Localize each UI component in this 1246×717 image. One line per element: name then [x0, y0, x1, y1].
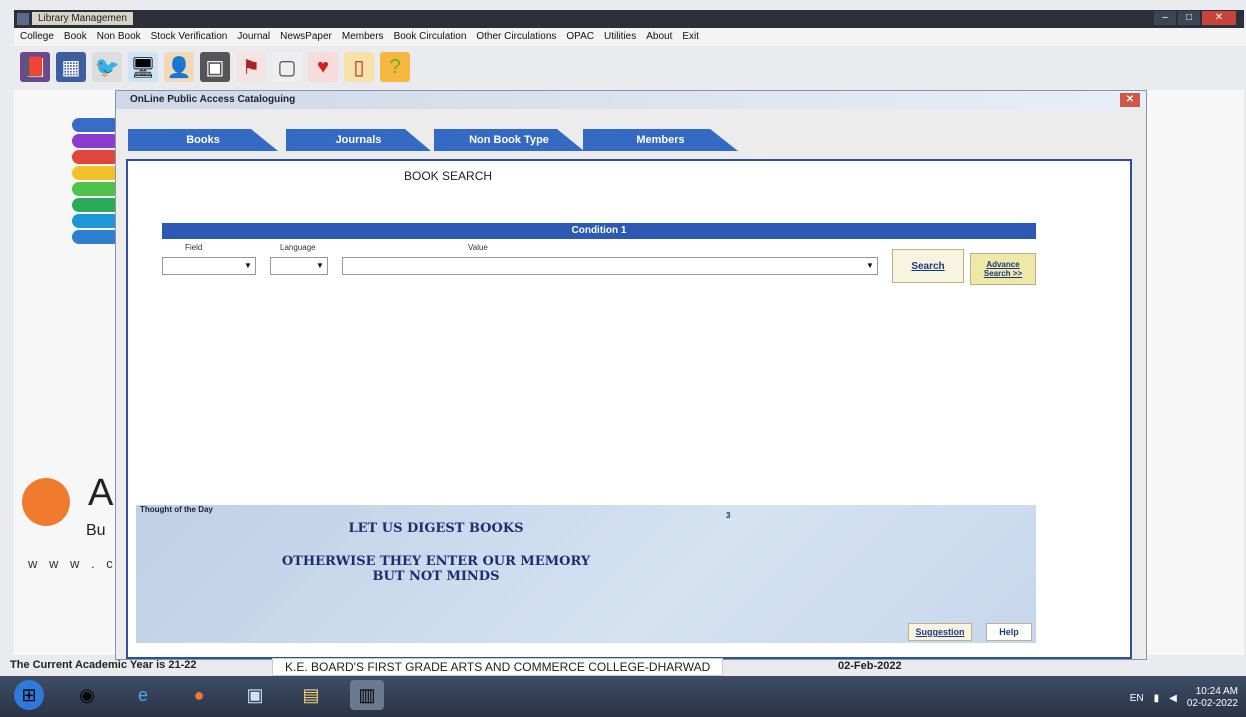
- start-icon[interactable]: ⊞: [14, 680, 44, 710]
- close-button[interactable]: ✕: [1202, 11, 1236, 25]
- monitor-icon[interactable]: 🖥: [128, 52, 158, 82]
- menu-utilities[interactable]: Utilities: [604, 28, 636, 46]
- brand-logo-icon: [22, 478, 70, 526]
- library-app-icon[interactable]: ▥: [350, 680, 384, 710]
- opac-title: OnLine Public Access Cataloguing: [130, 94, 296, 105]
- toolbar: 📕 ▦ 🐦 🖥 👤 ▣ ⚑ ▢ ♥ ▯ ?: [14, 48, 410, 86]
- value-select[interactable]: ▼: [342, 257, 878, 275]
- bird-icon[interactable]: 🐦: [92, 52, 122, 82]
- language-indicator[interactable]: EN: [1130, 693, 1144, 704]
- windows-taskbar: ⊞ ◉ e ● ▣ ▤ ▥ EN ▮ ◀ 10:24 AM 02-02-2022: [0, 676, 1246, 717]
- book-icon[interactable]: 📕: [20, 52, 50, 82]
- folder-icon[interactable]: ▤: [294, 680, 328, 710]
- menu-bar: College Book Non Book Stock Verification…: [14, 28, 1246, 46]
- menu-non-book[interactable]: Non Book: [97, 28, 141, 46]
- advance-search-line2: Search >>: [983, 269, 1023, 278]
- search-button[interactable]: Search: [892, 249, 964, 283]
- academic-year-text: The Current Academic Year is 21-22: [10, 659, 197, 671]
- menu-exit[interactable]: Exit: [682, 28, 699, 46]
- menu-members[interactable]: Members: [342, 28, 384, 46]
- thought-text: LET US DIGEST BOOKS OTHERWISE THEY ENTER…: [136, 517, 736, 584]
- condition-header: Condition 1: [162, 223, 1036, 239]
- clock-date: 02-02-2022: [1186, 698, 1238, 709]
- thought-label: Thought of the Day: [140, 505, 213, 514]
- volume-icon[interactable]: ◀: [1169, 693, 1177, 704]
- app-icon-blue[interactable]: ▣: [238, 680, 272, 710]
- suggestion-button[interactable]: Suggestion: [908, 623, 972, 641]
- language-select[interactable]: ▼: [270, 257, 328, 275]
- brand-letter: A: [88, 472, 114, 514]
- person-icon[interactable]: 👤: [164, 52, 194, 82]
- books-stack-logo: [72, 118, 120, 278]
- maximize-button[interactable]: □: [1178, 11, 1200, 25]
- help-book-icon[interactable]: ?: [380, 52, 410, 82]
- opac-title-bar: OnLine Public Access Cataloguing ✕: [116, 91, 1146, 109]
- menu-other-circulations[interactable]: Other Circulations: [476, 28, 556, 46]
- tab-non-book-type[interactable]: Non Book Type: [434, 129, 584, 151]
- app-title: Library Managemen: [32, 12, 133, 25]
- app-icon: [17, 13, 29, 25]
- flag-icon[interactable]: ⚑: [236, 52, 266, 82]
- thought-line-1: LET US DIGEST BOOKS: [348, 521, 524, 536]
- menu-book[interactable]: Book: [64, 28, 87, 46]
- chevron-down-icon: ▼: [244, 261, 252, 270]
- opac-close-button[interactable]: ✕: [1120, 93, 1140, 107]
- menu-opac[interactable]: OPAC: [566, 28, 594, 46]
- thought-line-2: OTHERWISE THEY ENTER OUR MEMORY: [281, 554, 591, 569]
- heart-book-icon[interactable]: ♥: [308, 52, 338, 82]
- minimize-button[interactable]: –: [1154, 11, 1176, 25]
- advance-search-button[interactable]: Advance Search >>: [970, 253, 1036, 285]
- chevron-down-icon: ▼: [316, 261, 324, 270]
- value-label: Value: [468, 243, 488, 252]
- advance-search-line1: Advance: [986, 260, 1020, 269]
- chrome-icon[interactable]: ◉: [70, 680, 104, 710]
- thought-of-the-day-box: Thought of the Day 3 LET US DIGEST BOOKS…: [136, 505, 1036, 643]
- brand-subtitle: Bu: [86, 522, 106, 539]
- status-date: 02-Feb-2022: [838, 660, 902, 672]
- register-icon[interactable]: ▣: [200, 52, 230, 82]
- book-search-heading: BOOK SEARCH: [404, 169, 493, 183]
- firefox-icon[interactable]: ●: [182, 680, 216, 710]
- tab-journals[interactable]: Journals: [286, 129, 431, 151]
- door-icon[interactable]: ▯: [344, 52, 374, 82]
- brand-website: w w w . c: [28, 556, 117, 571]
- language-label: Language: [280, 243, 316, 252]
- menu-journal[interactable]: Journal: [237, 28, 270, 46]
- menu-stock-verification[interactable]: Stock Verification: [151, 28, 228, 46]
- menu-college[interactable]: College: [20, 28, 54, 46]
- thought-line-3: BUT NOT MINDS: [372, 569, 500, 584]
- book-search-panel: BOOK SEARCH Condition 1 Field Language V…: [126, 159, 1132, 659]
- clock-time: 10:24 AM: [1195, 686, 1238, 697]
- ie-icon[interactable]: e: [126, 680, 160, 710]
- field-label: Field: [185, 243, 203, 252]
- app-title-bar: Library Managemen – □ ✕: [14, 10, 1244, 28]
- calendar-icon[interactable]: ▦: [56, 52, 86, 82]
- note-icon[interactable]: ▢: [272, 52, 302, 82]
- menu-about[interactable]: About: [646, 28, 672, 46]
- menu-book-circulation[interactable]: Book Circulation: [394, 28, 467, 46]
- chevron-down-icon: ▼: [866, 261, 874, 270]
- status-bar: The Current Academic Year is 21-22 K.E. …: [0, 656, 1246, 676]
- tab-members[interactable]: Members: [583, 129, 738, 151]
- help-button[interactable]: Help: [986, 623, 1032, 641]
- network-icon[interactable]: ▮: [1154, 693, 1160, 704]
- clock[interactable]: 10:24 AM 02-02-2022: [1187, 686, 1238, 710]
- field-select[interactable]: ▼: [162, 257, 256, 275]
- opac-window: OnLine Public Access Cataloguing ✕ Books…: [115, 90, 1147, 660]
- system-tray: EN ▮ ◀ 10:24 AM 02-02-2022: [1130, 686, 1238, 710]
- tab-books[interactable]: Books: [128, 129, 278, 151]
- menu-newspaper[interactable]: NewsPaper: [280, 28, 332, 46]
- college-name: K.E. BOARD'S FIRST GRADE ARTS AND COMMER…: [272, 658, 724, 676]
